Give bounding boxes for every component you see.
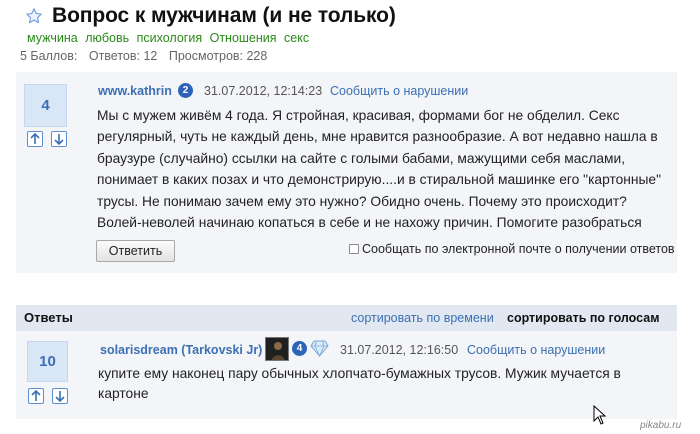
tag-list: мужчина любовь психология Отношения секс [27,31,313,45]
cursor-icon [593,404,607,425]
vote-up-button[interactable] [27,131,43,147]
arrow-down-icon [55,391,65,403]
points-count: 5 Баллов: [20,49,78,63]
diamond-icon [310,340,329,357]
answer-vote-up-button[interactable] [28,388,44,404]
level-badge-icon: 2 [178,83,193,98]
level-badge-icon: 4 [292,341,307,356]
tag-link[interactable]: мужчина [27,31,78,45]
answers-count: Ответов: 12 [88,49,158,63]
favorite-star-icon[interactable] [25,7,43,25]
arrow-up-icon [30,132,40,144]
report-link[interactable]: Сообщить о нарушении [467,343,605,357]
notify-checkbox[interactable] [349,244,359,254]
question-date: 31.07.2012, 12:14:23 [204,84,323,98]
answer-score: 10 [27,341,68,382]
arrow-down-icon [54,134,64,146]
vote-down-button[interactable] [51,131,67,147]
reply-button[interactable]: Ответить [96,240,175,262]
question-author-link[interactable]: www.kathrin [98,84,172,98]
answer-author-link[interactable]: solarisdream (Tarkovski Jr) [100,343,262,357]
tag-link[interactable]: секс [284,31,309,45]
watermark: pikabu.ru [640,420,682,431]
notify-option[interactable]: Сообщать по электронной почте о получени… [349,242,675,256]
tag-link[interactable]: психология [137,31,203,45]
notify-label: Сообщать по электронной почте о получени… [362,242,675,256]
answer-date: 31.07.2012, 12:16:50 [340,343,459,357]
views-count: Просмотров: 228 [168,49,268,63]
question-score: 4 [24,84,67,127]
answer-vote-down-button[interactable] [52,388,68,404]
question-stats: 5 Баллов: Ответов: 12 Просмотров: 228 [20,49,275,63]
arrow-up-icon [31,389,41,401]
question-body: Мы с мужем живём 4 года. Я стройная, кра… [97,108,662,231]
question-title: Вопрос к мужчинам (и не только) [52,4,396,27]
answers-title: Ответы [24,310,73,325]
report-link[interactable]: Сообщить о нарушении [330,84,468,98]
answer-body: купите ему наконец пару обычных хлопчато… [98,366,621,401]
tag-link[interactable]: Отношения [210,31,277,45]
avatar[interactable] [265,337,289,361]
sort-by-time-link[interactable]: сортировать по времени [351,311,494,325]
sort-by-votes-active: сортировать по голосам [507,311,660,325]
tag-link[interactable]: любовь [85,31,129,45]
